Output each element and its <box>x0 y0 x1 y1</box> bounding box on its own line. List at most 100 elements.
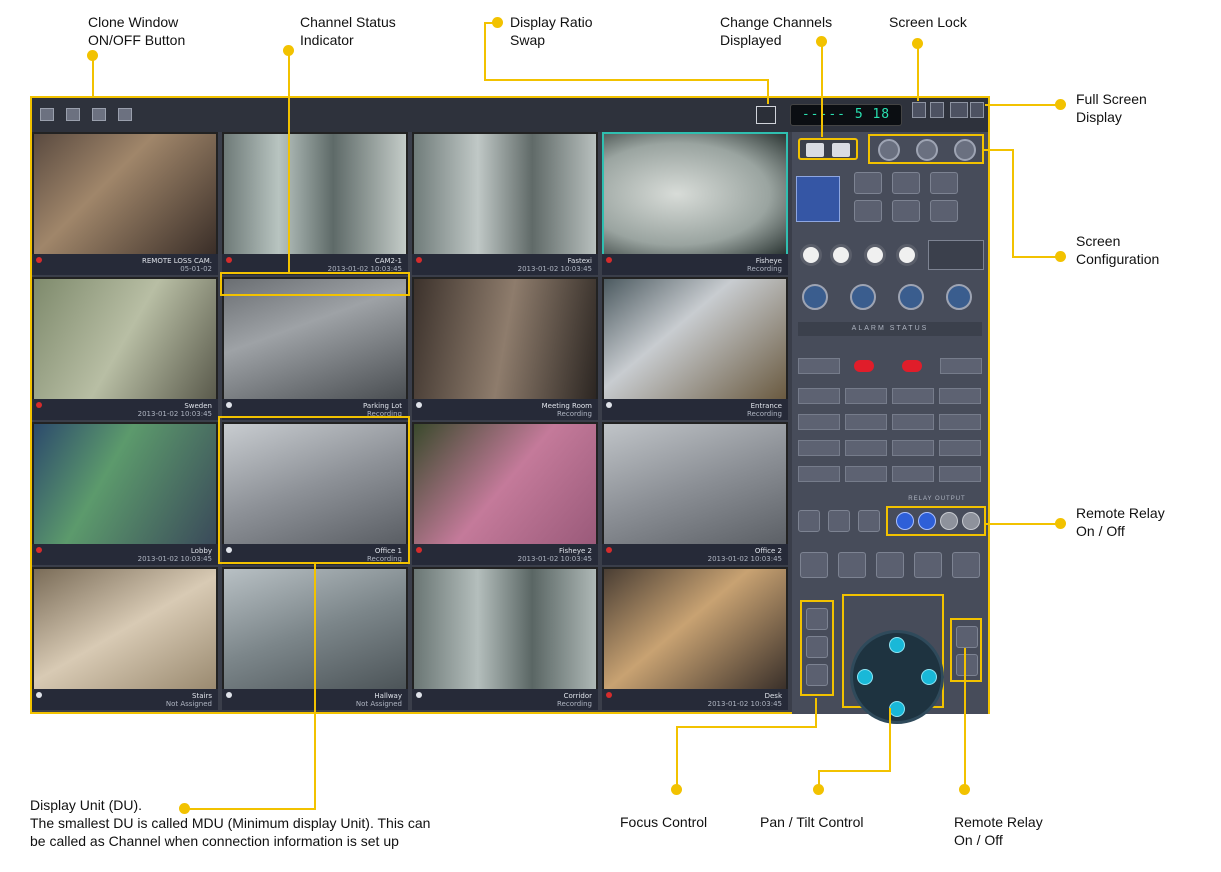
channel-name: Sweden <box>184 402 212 410</box>
display-unit-channel-15[interactable]: Corridor Recording <box>412 567 598 710</box>
screen-config-button-3[interactable] <box>954 139 976 161</box>
display-unit-channel-4[interactable]: Fisheye Recording <box>602 132 788 275</box>
channel-status-bar: Entrance Recording <box>602 399 788 420</box>
channel-status-bar: Meeting Room Recording <box>412 399 598 420</box>
alarm-cell <box>939 466 981 482</box>
display-unit-channel-12[interactable]: Office 2 2013-01-02 10:03:45 <box>602 422 788 565</box>
focus-near-button[interactable] <box>806 608 828 630</box>
screen-lock-toggle-button[interactable] <box>930 102 944 118</box>
relay-mode-button-3[interactable] <box>858 510 880 532</box>
leader-line <box>815 698 817 728</box>
tilt-up-icon[interactable] <box>889 637 905 653</box>
display-unit-channel-2[interactable]: CAM2-1 2013-01-02 10:03:45 <box>222 132 408 275</box>
channel-name: Entrance <box>750 402 782 410</box>
relay-mode-button-2[interactable] <box>828 510 850 532</box>
channel-name: Corridor <box>563 692 592 700</box>
trash-button[interactable] <box>838 552 866 578</box>
channel-name: Office 2 <box>754 547 782 555</box>
display-unit-channel-5[interactable]: Sweden 2013-01-02 10:03:45 <box>32 277 218 420</box>
channel-status-bar: REMOTE LOSS CAM. 05-01-02 <box>32 254 218 275</box>
remote-relay-button-1[interactable] <box>956 626 978 648</box>
leader-line <box>984 149 1014 151</box>
alarm-cell <box>892 388 934 404</box>
relay-3-toggle[interactable] <box>940 512 958 530</box>
display-unit-channel-9[interactable]: Lobby 2013-01-02 10:03:45 <box>32 422 218 565</box>
camera-feed <box>414 134 596 254</box>
layout-button-1[interactable] <box>854 172 882 194</box>
screen-configuration-group <box>868 134 984 164</box>
layout-button-4[interactable] <box>854 200 882 222</box>
layout-button-5[interactable] <box>892 200 920 222</box>
tool-button-3[interactable] <box>898 284 924 310</box>
clone-window-button-1[interactable] <box>40 108 54 121</box>
relay-1-toggle[interactable] <box>896 512 914 530</box>
pan-left-icon[interactable] <box>857 669 873 685</box>
window-close-button[interactable] <box>970 102 984 118</box>
channel-prev-button[interactable] <box>806 143 824 157</box>
clone-window-button-4[interactable] <box>118 108 132 121</box>
video-grid: REMOTE LOSS CAM. 05-01-02 CAM2-1 2013-01-02… <box>32 132 790 714</box>
remote-relay-button-2[interactable] <box>956 654 978 676</box>
channel-name: Parking Lot <box>363 402 402 410</box>
alarm-row-2 <box>798 388 982 404</box>
display-unit-channel-1[interactable]: REMOTE LOSS CAM. 05-01-02 <box>32 132 218 275</box>
focus-far-button[interactable] <box>806 664 828 686</box>
display-unit-channel-7[interactable]: Meeting Room Recording <box>412 277 598 420</box>
callout-screen-lock: Screen Lock <box>889 14 967 30</box>
playback-button-3[interactable] <box>864 244 886 266</box>
relay-4-toggle[interactable] <box>962 512 980 530</box>
clone-window-button-3[interactable] <box>92 108 106 121</box>
function-button-1[interactable] <box>800 552 828 578</box>
callout-change-channels: Change Channels Displayed <box>720 14 833 48</box>
channel-status-highlight <box>220 272 410 296</box>
top-toolbar: ----- 5 18 <box>32 98 988 132</box>
playback-button-4[interactable] <box>896 244 918 266</box>
channel-status-indicator <box>226 692 232 698</box>
alarm-cell <box>845 414 887 430</box>
tilt-down-icon[interactable] <box>889 701 905 717</box>
home-button[interactable] <box>850 284 876 310</box>
pan-tilt-joystick[interactable] <box>850 630 944 724</box>
layout-button-2[interactable] <box>892 172 920 194</box>
camera-feed <box>34 134 216 254</box>
display-unit-channel-13[interactable]: Stairs Not Assigned <box>32 567 218 710</box>
channel-status-indicator <box>36 547 42 553</box>
channel-next-button[interactable] <box>832 143 850 157</box>
channel-info: 2013-01-02 10:03:45 <box>517 265 592 273</box>
display-unit-channel-11[interactable]: Fisheye 2 2013-01-02 10:03:45 <box>412 422 598 565</box>
channel-status-bar: Desk 2013-01-02 10:03:45 <box>602 689 788 710</box>
screen-lock-button[interactable] <box>912 102 926 118</box>
screen-config-button-1[interactable] <box>878 139 900 161</box>
pan-right-icon[interactable] <box>921 669 937 685</box>
alarm-cell <box>939 388 981 404</box>
function-button-5[interactable] <box>952 552 980 578</box>
display-unit-channel-16[interactable]: Desk 2013-01-02 10:03:45 <box>602 567 788 710</box>
screen-config-button-2[interactable] <box>916 139 938 161</box>
full-screen-button[interactable] <box>950 102 968 118</box>
relay-mode-button-1[interactable] <box>798 510 820 532</box>
layout-grid-icon[interactable] <box>796 176 840 222</box>
leader-line <box>984 523 1056 525</box>
layout-button-3[interactable] <box>930 172 958 194</box>
playback-button-1[interactable] <box>800 244 822 266</box>
display-ratio-swap-button[interactable] <box>756 106 776 124</box>
leader-line <box>985 104 1057 106</box>
alarm-cell <box>798 440 840 456</box>
leader-line <box>288 50 290 272</box>
function-button-3[interactable] <box>876 552 904 578</box>
alarm-cell <box>892 440 934 456</box>
focus-auto-button[interactable] <box>806 636 828 658</box>
tool-button-1[interactable] <box>802 284 828 310</box>
leader-line <box>92 55 94 97</box>
layout-button-6[interactable] <box>930 200 958 222</box>
tool-button-4[interactable] <box>946 284 972 310</box>
playback-button-2[interactable] <box>830 244 852 266</box>
channel-status-indicator <box>36 402 42 408</box>
display-unit-channel-3[interactable]: Fastexi 2013-01-02 10:03:45 <box>412 132 598 275</box>
callout-channel-status: Channel Status Indicator <box>300 14 396 48</box>
display-unit-channel-6[interactable]: Parking Lot Recording <box>222 277 408 420</box>
display-unit-channel-8[interactable]: Entrance Recording <box>602 277 788 420</box>
clone-window-button-2[interactable] <box>66 108 80 121</box>
function-button-4[interactable] <box>914 552 942 578</box>
relay-2-toggle[interactable] <box>918 512 936 530</box>
